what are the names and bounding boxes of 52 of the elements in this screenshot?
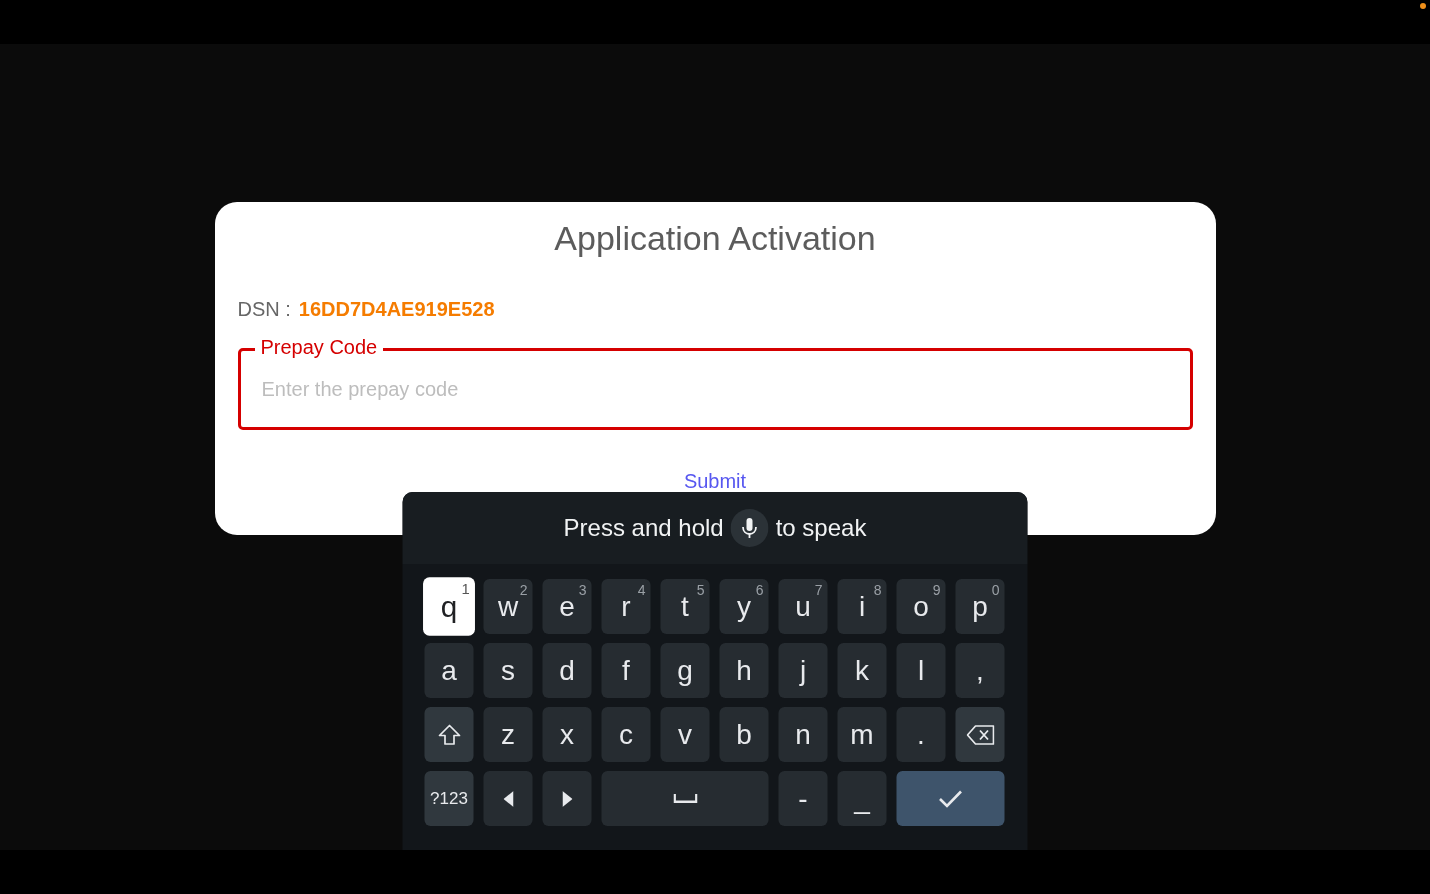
keyboard-key[interactable]: -	[778, 771, 828, 826]
dsn-label: DSN :	[237, 297, 291, 321]
submit-button[interactable]: Submit	[683, 469, 747, 493]
checkmark-icon	[938, 789, 963, 808]
number-hint: 2	[519, 582, 528, 598]
status-dot-icon	[1420, 3, 1426, 9]
keyboard-key[interactable]: l	[896, 643, 946, 698]
number-hint: 1	[461, 580, 470, 598]
cursor-right-key[interactable]	[542, 771, 592, 826]
number-hint: 0	[991, 582, 1000, 598]
left-triangle-icon	[503, 790, 513, 807]
right-triangle-icon	[562, 790, 572, 807]
keyboard-key[interactable]: h	[719, 643, 769, 698]
keyboard-key[interactable]: k	[837, 643, 887, 698]
keyboard-key[interactable]: v	[660, 707, 710, 762]
microphone-icon[interactable]	[730, 509, 769, 547]
number-hint: 5	[696, 582, 705, 598]
dsn-value: 16DD7D4AE919E528	[298, 297, 495, 321]
voice-prompt-text: Press and hold	[563, 514, 724, 542]
keyboard-key[interactable]: n	[778, 707, 828, 762]
cursor-left-key[interactable]	[483, 771, 533, 826]
backspace-icon	[966, 724, 994, 745]
keyboard-key[interactable]: a	[424, 643, 474, 698]
keyboard-key[interactable]: m	[837, 707, 887, 762]
shift-key[interactable]	[424, 707, 474, 762]
number-hint: 8	[873, 582, 882, 598]
keyboard-key[interactable]: x	[542, 707, 592, 762]
keyboard-key[interactable]: t 5	[660, 579, 710, 634]
space-bar-icon	[673, 794, 697, 803]
keyboard-key[interactable]: _	[837, 771, 887, 826]
dialog-title: Application Activation	[553, 218, 877, 259]
keyboard-key[interactable]: z	[483, 707, 533, 762]
voice-prompt-text: to speak	[775, 514, 867, 542]
number-hint: 9	[932, 582, 941, 598]
symbols-key[interactable]: ?123	[424, 771, 474, 826]
keyboard-key[interactable]: d	[542, 643, 592, 698]
keyboard-key[interactable]: .	[896, 707, 946, 762]
number-hint: 4	[637, 582, 646, 598]
keyboard-key[interactable]: r 4	[601, 579, 651, 634]
keyboard-key[interactable]: g	[660, 643, 710, 698]
keyboard-key[interactable]: j	[778, 643, 828, 698]
keyboard-key[interactable]: ,	[955, 643, 1005, 698]
keyboard-key[interactable]: b	[719, 707, 769, 762]
keyboard-key[interactable]: c	[601, 707, 651, 762]
number-hint: 3	[578, 582, 587, 598]
keyboard-key[interactable]: f	[601, 643, 651, 698]
shift-icon	[437, 722, 461, 747]
keyboard-key[interactable]: s	[483, 643, 533, 698]
backspace-key[interactable]	[955, 707, 1005, 762]
number-hint: 7	[814, 582, 823, 598]
keyboard-key[interactable]: i 8	[837, 579, 887, 634]
number-hint: 6	[755, 582, 764, 598]
